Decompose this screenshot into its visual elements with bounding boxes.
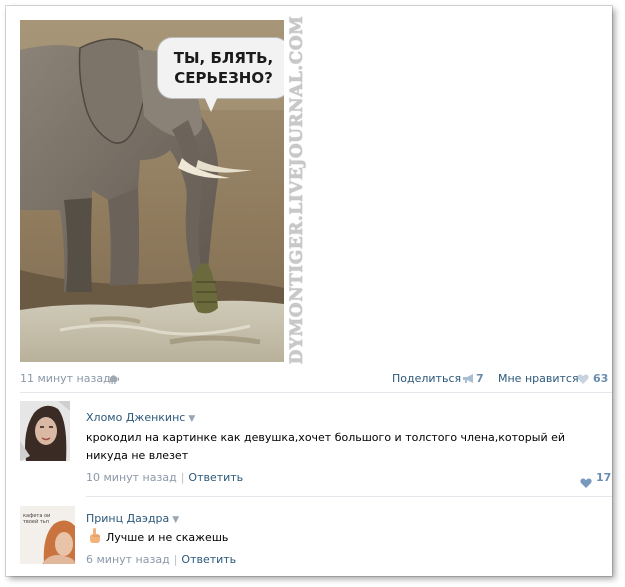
comment-author[interactable]: Принц Даэдра ▼ bbox=[86, 512, 179, 525]
like-button[interactable]: Мне нравится bbox=[498, 372, 579, 385]
comment-like-count: 17 bbox=[596, 471, 612, 484]
separator: | bbox=[180, 471, 185, 484]
chevron-down-icon[interactable]: ▼ bbox=[188, 414, 195, 424]
reply-button[interactable]: Ответить bbox=[188, 471, 243, 484]
post-card: ТЫ, БЛЯТЬ, СЕРЬЕЗНО? DYMONTIGER.LIVEJOUR… bbox=[6, 6, 612, 576]
hand-pointing-icon bbox=[88, 528, 102, 548]
heart-icon[interactable] bbox=[580, 473, 592, 492]
avatar-image bbox=[20, 401, 70, 461]
divider bbox=[20, 392, 612, 393]
comment-author[interactable]: Хломо Дженкинс ▼ bbox=[86, 411, 195, 424]
comment-author-name[interactable]: Принц Даэдра bbox=[86, 512, 169, 525]
comment-time[interactable]: 6 минут назад bbox=[86, 553, 170, 566]
chevron-down-icon[interactable]: ▼ bbox=[172, 515, 179, 525]
avatar[interactable] bbox=[20, 401, 70, 461]
divider bbox=[86, 496, 612, 497]
avatar[interactable]: кафета ои твоей тьп bbox=[20, 506, 75, 564]
android-icon bbox=[108, 373, 119, 387]
speech-bubble: ТЫ, БЛЯТЬ, СЕРЬЕЗНО? bbox=[158, 38, 284, 98]
comment-meta: 6 минут назад | Ответить bbox=[86, 553, 236, 566]
megaphone-icon[interactable] bbox=[462, 373, 475, 387]
speech-bubble-tail bbox=[203, 94, 219, 112]
comment-meta: 10 минут назад | Ответить bbox=[86, 471, 243, 484]
like-count: 63 bbox=[593, 372, 609, 385]
post-actions: 11 минут назад Поделиться 7 Мне нравится… bbox=[20, 372, 612, 388]
reply-button[interactable]: Ответить bbox=[181, 553, 236, 566]
comment-time[interactable]: 10 минут назад bbox=[86, 471, 177, 484]
avatar-caption: кафета ои твоей тьп bbox=[23, 513, 51, 525]
watermark: DYMONTIGER.LIVEJOURNAL.COM bbox=[283, 16, 311, 365]
share-count: 7 bbox=[476, 372, 484, 385]
comment-author-name[interactable]: Хломо Дженкинс bbox=[86, 411, 185, 424]
post-time[interactable]: 11 минут назад bbox=[20, 372, 111, 385]
post-image[interactable]: ТЫ, БЛЯТЬ, СЕРЬЕЗНО? bbox=[20, 20, 284, 362]
comment-text: крокодил на картинке как девушка,хочет б… bbox=[86, 431, 566, 462]
share-button[interactable]: Поделиться bbox=[392, 372, 461, 385]
heart-icon[interactable] bbox=[577, 374, 589, 387]
watermark-text: DYMONTIGER.LIVEJOURNAL.COM bbox=[287, 15, 307, 365]
comment-text: Лучше и не скажешь bbox=[106, 531, 229, 544]
separator: | bbox=[173, 553, 178, 566]
